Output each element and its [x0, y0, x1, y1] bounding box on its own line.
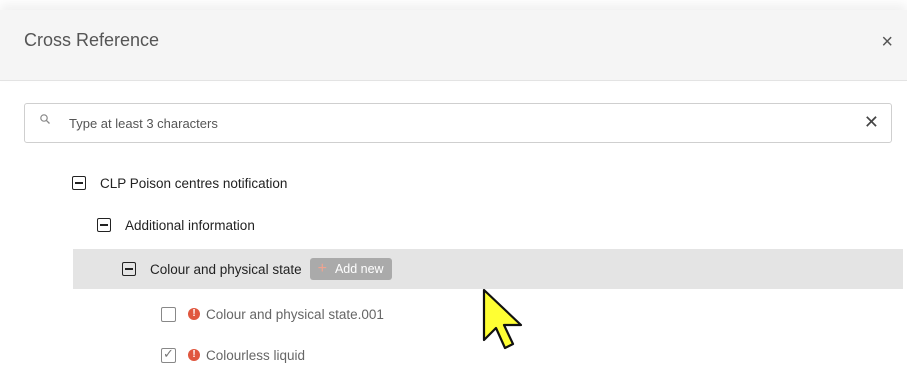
- clear-icon[interactable]: ✕: [864, 113, 879, 131]
- tree-leaf-item[interactable]: ! Colour and physical state.001: [161, 294, 384, 334]
- mouse-pointer-icon: [482, 288, 523, 350]
- error-dot-icon: !: [188, 349, 200, 361]
- tree-leaf-label: Colourless liquid: [206, 347, 306, 363]
- minus-square-icon[interactable]: [72, 176, 86, 190]
- error-dot-icon: !: [188, 308, 200, 320]
- tree-leaf-label: Colour and physical state.001: [206, 306, 384, 322]
- plus-icon: +: [317, 260, 327, 277]
- minus-square-icon[interactable]: [122, 262, 136, 276]
- search-input[interactable]: [69, 104, 849, 142]
- tree-node-colour-and-physical-state[interactable]: Colour and physical state + Add new: [73, 249, 903, 289]
- search-icon: [40, 114, 50, 124]
- dialog-header: Cross Reference ×: [0, 10, 907, 81]
- check-icon: ✓: [163, 345, 174, 361]
- item-checkbox-checked[interactable]: ✓: [161, 345, 176, 363]
- tree-leaf-item[interactable]: ✓ ! Colourless liquid: [161, 335, 305, 375]
- add-new-label: Add new: [334, 262, 384, 276]
- item-checkbox[interactable]: [161, 306, 176, 322]
- tree-node-additional-information[interactable]: Additional information: [97, 205, 255, 245]
- tree-node-root[interactable]: CLP Poison centres notification: [72, 163, 287, 203]
- search-box: ✕: [24, 103, 892, 143]
- tree-node-label: CLP Poison centres notification: [100, 175, 288, 191]
- tree-node-label: Colour and physical state: [150, 261, 302, 277]
- cross-reference-dialog: Cross Reference × ✕ CLP Poison centres n…: [0, 0, 907, 383]
- add-new-button[interactable]: + Add new: [309, 258, 392, 280]
- minus-square-icon[interactable]: [97, 218, 111, 232]
- dialog-title: Cross Reference: [24, 30, 160, 50]
- tree-node-label: Additional information: [125, 217, 255, 233]
- close-icon[interactable]: ×: [881, 32, 893, 52]
